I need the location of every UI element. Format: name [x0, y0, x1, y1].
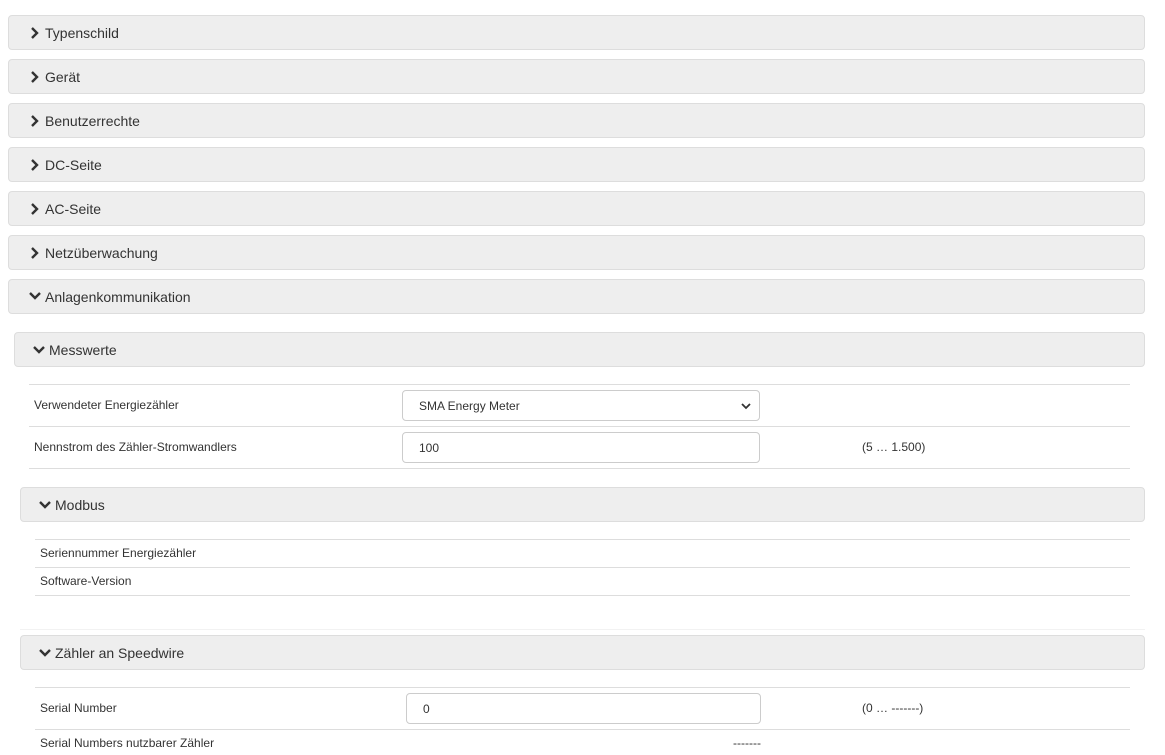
- select-value: SMA Energy Meter: [419, 398, 520, 413]
- chevron-down-icon: [37, 500, 53, 509]
- chevron-right-icon: [27, 114, 43, 127]
- energy-meter-select[interactable]: SMA Energy Meter: [402, 390, 760, 421]
- section-6[interactable]: Anlagenkommunikation: [8, 279, 1145, 314]
- section-title: Benutzerrechte: [45, 112, 140, 129]
- chevron-down-icon: [37, 648, 53, 657]
- panel-modbus[interactable]: Modbus: [20, 487, 1145, 522]
- current-range: (5 … 1.500): [862, 440, 926, 454]
- meter-label: Verwendeter Energiezähler: [34, 398, 179, 412]
- section-title: Typenschild: [45, 24, 119, 41]
- chevron-right-icon: [27, 202, 43, 215]
- panel-speedwire[interactable]: Zähler an Speedwire: [20, 635, 1145, 670]
- usable-meters-label: Serial Numbers nutzbarer Zähler: [40, 736, 215, 750]
- chevron-down-icon: [31, 345, 47, 354]
- panel-title: Zähler an Speedwire: [55, 644, 185, 661]
- modbus-serial-label: Seriennummer Energiezähler: [40, 546, 197, 560]
- section-title: AC-Seite: [45, 200, 102, 217]
- section-3[interactable]: DC-Seite: [8, 147, 1145, 182]
- chevron-right-icon: [27, 70, 43, 83]
- chevron-right-icon: [27, 246, 43, 259]
- usable-meters-value: -------: [733, 736, 761, 750]
- section-4[interactable]: AC-Seite: [8, 191, 1145, 226]
- serial-range: (0 … -------): [862, 701, 924, 715]
- chevron-right-icon: [27, 158, 43, 171]
- section-title: Anlagenkommunikation: [45, 288, 191, 305]
- current-input[interactable]: 100: [402, 432, 760, 463]
- software-version-label: Software-Version: [40, 574, 132, 588]
- chevron-right-icon: [27, 26, 43, 39]
- current-label: Nennstrom des Zähler-Stromwandlers: [34, 440, 237, 454]
- section-0[interactable]: Typenschild: [8, 15, 1145, 50]
- section-title: Gerät: [45, 68, 81, 85]
- serial-number-label: Serial Number: [40, 701, 117, 715]
- panel-title: Modbus: [55, 496, 105, 513]
- section-title: DC-Seite: [45, 156, 102, 173]
- chevron-down-icon: [27, 291, 43, 303]
- serial-number-input[interactable]: 0: [406, 693, 761, 724]
- panel-title: Messwerte: [49, 341, 117, 358]
- section-5[interactable]: Netzüberwachung: [8, 235, 1145, 270]
- section-title: Netzüberwachung: [45, 244, 158, 261]
- section-2[interactable]: Benutzerrechte: [8, 103, 1145, 138]
- panel-messwerte[interactable]: Messwerte: [14, 332, 1145, 367]
- section-1[interactable]: Gerät: [8, 59, 1145, 94]
- chevron-down-icon: [741, 399, 751, 413]
